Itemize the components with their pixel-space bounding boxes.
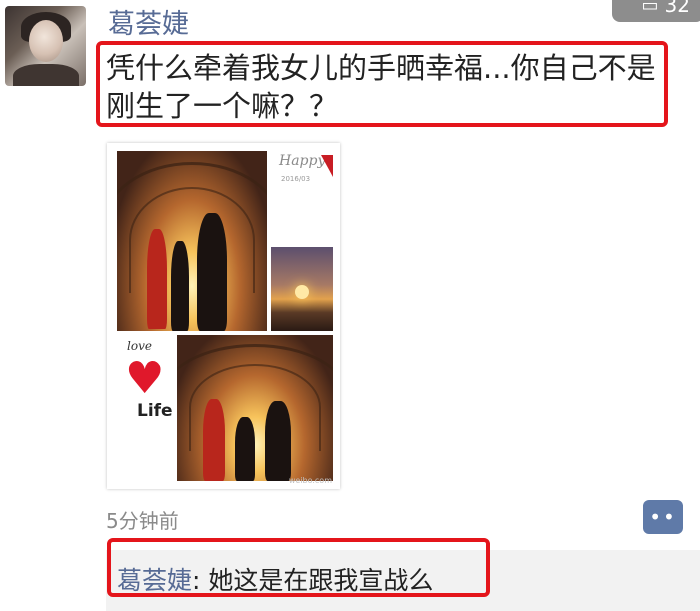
photo-watermark: weibo.com — [288, 476, 332, 485]
comment-dots-icon: •• — [649, 505, 677, 529]
life-text: Life — [137, 401, 173, 421]
photo-happy-card[interactable]: Happy 2016/03 — [271, 151, 333, 243]
avatar-shoulders — [13, 64, 79, 86]
person-figure — [197, 213, 227, 331]
photo-tunnel-top[interactable] — [117, 151, 267, 331]
person-figure — [147, 229, 167, 329]
photo-collage[interactable]: Happy 2016/03 love ♥ Life weibo.com — [107, 143, 340, 489]
highlight-box-post — [96, 41, 668, 127]
person-figure — [235, 417, 255, 481]
comment-button[interactable]: •• — [643, 500, 683, 534]
avatar-face — [29, 20, 63, 62]
red-flag-decoration — [321, 155, 333, 177]
photo-tunnel-bottom[interactable] — [177, 335, 333, 481]
happy-text: Happy — [279, 153, 326, 169]
bookmark-badge[interactable]: ▭ 32 — [612, 0, 700, 22]
heart-icon: ♥ — [125, 353, 165, 404]
person-figure — [171, 241, 189, 331]
sun-shape — [295, 285, 309, 299]
badge-count: 32 — [664, 0, 690, 17]
photo-love-card[interactable]: love ♥ Life — [117, 337, 177, 433]
post-username[interactable]: 葛荟婕 — [108, 2, 189, 41]
photo-sunset[interactable] — [271, 247, 333, 331]
post-avatar[interactable] — [5, 6, 86, 86]
love-text: love — [127, 339, 152, 353]
post-time: 5分钟前 — [106, 509, 179, 533]
happy-date: 2016/03 — [281, 175, 311, 183]
person-figure — [203, 399, 225, 481]
highlight-box-comment — [107, 538, 490, 597]
bookmark-icon: ▭ — [641, 0, 659, 16]
person-figure — [265, 401, 291, 481]
